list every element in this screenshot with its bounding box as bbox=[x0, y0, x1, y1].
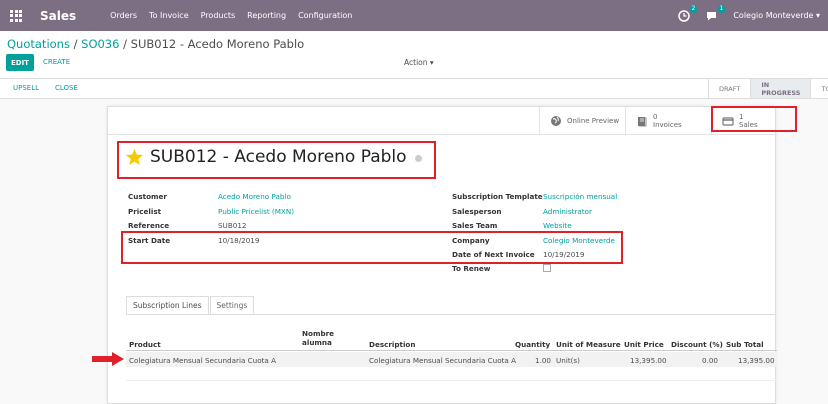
invoices-button[interactable]: 0 Invoices bbox=[625, 107, 711, 134]
create-button[interactable]: CREATE bbox=[43, 58, 70, 66]
breadcrumb-current: SUB012 - Acedo Moreno Pablo bbox=[130, 37, 305, 51]
subscription-template-value[interactable]: Suscripción mensual bbox=[543, 192, 617, 201]
breadcrumb-separator: / bbox=[119, 37, 131, 51]
row-uom: Unit(s) bbox=[556, 356, 580, 365]
col-description[interactable]: Description bbox=[369, 340, 416, 349]
record-title-area: SUB012 - Acedo Moreno Pablo bbox=[125, 147, 422, 167]
pricelist-label: Pricelist bbox=[128, 207, 162, 216]
breadcrumb-separator: / bbox=[69, 37, 82, 51]
action-dropdown[interactable]: Action ▾ bbox=[404, 58, 434, 67]
kanban-state-dot[interactable] bbox=[414, 155, 422, 162]
status-bar: UPSELL CLOSE DRAFT IN PROGRESS TO bbox=[0, 79, 828, 99]
menu-reporting[interactable]: Reporting bbox=[247, 11, 286, 20]
row-unit-price: 13,395.00 bbox=[630, 356, 667, 365]
breadcrumb-so036[interactable]: SO036 bbox=[81, 37, 119, 51]
tab-divider bbox=[126, 314, 775, 315]
subscription-template-label: Subscription Template bbox=[452, 192, 543, 201]
sales-button[interactable]: 1 Sales bbox=[711, 107, 777, 134]
stage-in-progress[interactable]: IN PROGRESS bbox=[750, 79, 811, 98]
activity-clock-icon[interactable]: 2 bbox=[677, 4, 698, 23]
col-unit-price[interactable]: Unit Price bbox=[624, 340, 664, 349]
col-quantity[interactable]: Quantity bbox=[515, 340, 550, 349]
action-label: Action bbox=[404, 58, 428, 67]
col-subtotal[interactable]: Sub Total bbox=[726, 340, 764, 349]
menu-products[interactable]: Products bbox=[201, 11, 236, 20]
control-panel: Quotations / SO036 / SUB012 - Acedo More… bbox=[0, 31, 828, 79]
salesperson-label: Salesperson bbox=[452, 207, 502, 216]
caret-down-icon: ▾ bbox=[815, 11, 820, 20]
apps-menu-icon[interactable] bbox=[2, 9, 30, 22]
red-arrow-icon bbox=[92, 352, 124, 366]
row-quantity: 1.00 bbox=[535, 356, 552, 365]
start-date-label: Start Date bbox=[128, 236, 171, 245]
star-icon[interactable] bbox=[125, 148, 144, 166]
smart-button-box: Online Preview 0 Invoices 1 Sales bbox=[108, 107, 777, 135]
reference-label: Reference bbox=[128, 221, 170, 230]
upsell-button[interactable]: UPSELL bbox=[13, 84, 39, 92]
row-description: Colegiatura Mensual Secundaria Cuota A bbox=[369, 356, 517, 365]
sales-team-label: Sales Team bbox=[452, 221, 498, 230]
stage-to-renew[interactable]: TO bbox=[810, 79, 828, 98]
next-invoice-date-value: 10/19/2019 bbox=[543, 250, 585, 259]
pricelist-value[interactable]: Public Pricelist (MXN) bbox=[218, 207, 294, 216]
col-nombre-line1: Nombre bbox=[302, 329, 335, 338]
breadcrumb-quotations[interactable]: Quotations bbox=[7, 37, 70, 51]
salesperson-value[interactable]: Administrator bbox=[543, 207, 592, 216]
table-empty-row bbox=[126, 368, 777, 381]
company-switcher[interactable]: Colegio Monteverde ▾ bbox=[733, 11, 820, 20]
col-unit-of-measure[interactable]: Unit of Measure bbox=[556, 340, 621, 349]
company-value[interactable]: Colegio Monteverde bbox=[543, 236, 615, 245]
row-discount: 0.00 bbox=[702, 356, 719, 365]
sales-team-value[interactable]: Website bbox=[543, 221, 572, 230]
edit-button[interactable]: EDIT bbox=[6, 54, 34, 71]
stage-draft[interactable]: DRAFT bbox=[708, 79, 750, 98]
customer-label: Customer bbox=[128, 192, 167, 201]
customer-value[interactable]: Acedo Moreno Pablo bbox=[218, 192, 291, 201]
online-preview-button[interactable]: Online Preview bbox=[539, 107, 625, 134]
record-title: SUB012 - Acedo Moreno Pablo bbox=[150, 147, 407, 167]
caret-down-icon: ▾ bbox=[429, 58, 434, 67]
app-brand[interactable]: Sales bbox=[40, 9, 76, 23]
company-name: Colegio Monteverde bbox=[733, 11, 814, 20]
sales-count: 1 bbox=[739, 112, 744, 121]
next-invoice-date-label: Date of Next Invoice bbox=[452, 250, 535, 259]
messages-chat-icon[interactable]: 1 bbox=[705, 4, 726, 23]
globe-icon bbox=[551, 115, 561, 126]
to-renew-checkbox[interactable] bbox=[543, 264, 551, 272]
top-navbar: Sales Orders To Invoice Products Reporti… bbox=[0, 0, 828, 31]
messages-badge: 1 bbox=[717, 4, 726, 13]
row-product: Colegiatura Mensual Secundaria Cuota A bbox=[129, 356, 277, 365]
start-date-value: 10/18/2019 bbox=[218, 236, 260, 245]
credit-card-icon bbox=[722, 116, 734, 126]
company-label: Company bbox=[452, 236, 490, 245]
col-discount[interactable]: Discount (%) bbox=[671, 340, 723, 349]
row-subtotal: 13,395.00 bbox=[738, 356, 775, 365]
notebook-tabs: Subscription Lines Settings bbox=[126, 296, 255, 315]
menu-to-invoice[interactable]: To Invoice bbox=[149, 11, 189, 20]
menu-configuration[interactable]: Configuration bbox=[298, 11, 352, 20]
breadcrumb: Quotations / SO036 / SUB012 - Acedo More… bbox=[7, 37, 304, 51]
close-button[interactable]: CLOSE bbox=[55, 84, 78, 92]
online-preview-label: Online Preview bbox=[567, 116, 620, 125]
stage-pipeline: DRAFT IN PROGRESS TO bbox=[708, 79, 828, 98]
activity-badge: 2 bbox=[689, 4, 698, 13]
sales-label: Sales bbox=[739, 120, 758, 129]
invoices-count: 0 bbox=[653, 112, 658, 121]
menu-orders[interactable]: Orders bbox=[110, 11, 137, 20]
col-nombre-alumna[interactable]: Nombre alumna bbox=[302, 329, 334, 347]
col-product[interactable]: Product bbox=[129, 340, 161, 349]
book-icon bbox=[638, 116, 647, 126]
invoices-label: Invoices bbox=[653, 120, 682, 129]
form-sheet: Online Preview 0 Invoices 1 Sales SUB012 -… bbox=[107, 106, 777, 404]
reference-value: SUB012 bbox=[218, 221, 247, 230]
table-row[interactable]: Colegiatura Mensual Secundaria Cuota A C… bbox=[126, 352, 777, 367]
tab-settings[interactable]: Settings bbox=[209, 296, 255, 315]
tab-subscription-lines[interactable]: Subscription Lines bbox=[126, 296, 209, 315]
to-renew-label: To Renew bbox=[452, 264, 491, 273]
col-nombre-line2: alumna bbox=[302, 338, 332, 347]
lines-table-header: Product Nombre alumna Description Quantit… bbox=[126, 325, 777, 351]
